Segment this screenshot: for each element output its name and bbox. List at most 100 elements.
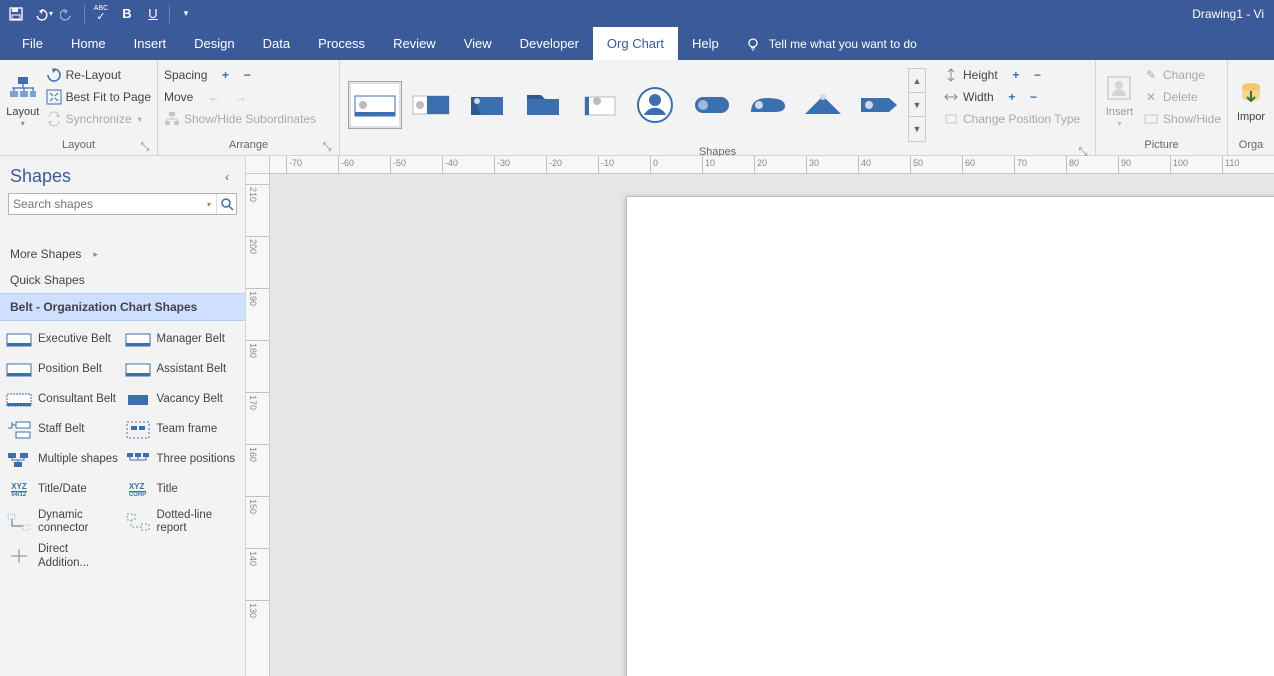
change-position-type-button[interactable]: Change Position Type: [943, 108, 1089, 130]
gallery-style-8[interactable]: [740, 81, 794, 129]
shape-dotted-line-report[interactable]: Dotted-line report: [125, 509, 240, 535]
gallery-style-10[interactable]: [852, 81, 906, 129]
shape-executive-belt[interactable]: Executive Belt: [6, 329, 121, 351]
move-right-button[interactable]: →: [235, 90, 247, 104]
group-shapes: ▲ ▼ ▼ Height + − Width + − Change Positi…: [340, 60, 1096, 155]
move-left-button[interactable]: ←: [208, 90, 220, 104]
group-picture: Insert▾ ✎Change ✕Delete Show/Hide Pictur…: [1096, 60, 1228, 155]
shape-thumb-icon: [6, 449, 32, 471]
more-shapes-button[interactable]: More Shapes▸: [0, 241, 245, 267]
group-label-orgdata: Orga: [1239, 139, 1263, 151]
customize-qat-button[interactable]: ▾: [174, 2, 198, 26]
tab-data[interactable]: Data: [249, 27, 304, 60]
delete-picture-button[interactable]: ✕Delete: [1143, 86, 1221, 108]
tab-home[interactable]: Home: [57, 27, 120, 60]
bestfit-button[interactable]: Best Fit to Page: [46, 86, 151, 108]
shape-manager-belt[interactable]: Manager Belt: [125, 329, 240, 351]
shape-vacancy-belt[interactable]: Vacancy Belt: [125, 389, 240, 411]
gallery-style-4[interactable]: [516, 81, 570, 129]
layout-button[interactable]: Layout▾: [6, 64, 40, 137]
gallery-style-3[interactable]: [460, 81, 514, 129]
gallery-style-9[interactable]: [796, 81, 850, 129]
gallery-style-7[interactable]: [684, 81, 738, 129]
change-picture-button[interactable]: ✎Change: [1143, 64, 1221, 86]
shape-thumb-icon: XYZ04/12: [6, 479, 32, 501]
import-button[interactable]: Impor: [1234, 64, 1268, 137]
collapse-pane-button[interactable]: ‹: [219, 169, 235, 185]
showhide-subordinates-button[interactable]: Show/Hide Subordinates: [164, 108, 333, 130]
relayout-button[interactable]: Re-Layout: [46, 64, 151, 86]
tell-me-text: Tell me what you want to do: [769, 37, 917, 51]
height-increase-button[interactable]: +: [1012, 68, 1019, 82]
belt-stencil[interactable]: Belt - Organization Chart Shapes: [0, 293, 245, 321]
quick-shapes-stencil[interactable]: Quick Shapes: [0, 267, 245, 293]
spacing-increase-button[interactable]: +: [222, 68, 229, 82]
shape-direct-addition-[interactable]: Direct Addition...: [6, 543, 121, 569]
shape-thumb-icon: [6, 546, 32, 568]
shape-title-date[interactable]: XYZ04/12Title/Date: [6, 479, 121, 501]
undo-button[interactable]: ▾: [30, 2, 54, 26]
tab-file[interactable]: File: [8, 27, 57, 60]
tab-help[interactable]: Help: [678, 27, 733, 60]
height-decrease-button[interactable]: −: [1034, 68, 1041, 82]
tab-org-chart[interactable]: Org Chart: [593, 27, 678, 60]
shape-label: Direct Addition...: [38, 543, 121, 569]
shape-assistant-belt[interactable]: Assistant Belt: [125, 359, 240, 381]
tab-view[interactable]: View: [450, 27, 506, 60]
search-shapes-input[interactable]: [9, 197, 202, 211]
redo-button[interactable]: [56, 2, 80, 26]
search-scope-dropdown[interactable]: ▾: [202, 200, 216, 209]
shape-style-gallery: ▲ ▼ ▼: [346, 64, 937, 146]
shape-dynamic-connector[interactable]: Dynamic connector: [6, 509, 121, 535]
shape-multiple-shapes[interactable]: Multiple shapes: [6, 449, 121, 471]
shape-thumb-icon: [6, 389, 32, 411]
window-title: Drawing1 - Vi: [1192, 7, 1270, 21]
tab-review[interactable]: Review: [379, 27, 450, 60]
shape-staff-belt[interactable]: Staff Belt: [6, 419, 121, 441]
insert-picture-button[interactable]: Insert▾: [1102, 64, 1137, 137]
width-increase-button[interactable]: +: [1008, 90, 1015, 104]
save-button[interactable]: [4, 2, 28, 26]
spacing-decrease-button[interactable]: −: [244, 68, 251, 82]
tab-insert[interactable]: Insert: [120, 27, 181, 60]
gallery-style-2[interactable]: [404, 81, 458, 129]
gallery-style-5[interactable]: [572, 81, 626, 129]
tab-design[interactable]: Design: [180, 27, 248, 60]
quick-access-toolbar: ▾ ABC✓ B U ▾: [4, 2, 198, 26]
ribbon: Layout▾ Re-Layout Best Fit to Page Synch…: [0, 60, 1274, 156]
shape-thumb-icon: [125, 359, 151, 381]
tell-me[interactable]: Tell me what you want to do: [745, 27, 917, 60]
width-decrease-button[interactable]: −: [1030, 90, 1037, 104]
shape-thumb-icon: [6, 359, 32, 381]
shapes-pane-title: Shapes: [10, 166, 71, 187]
shape-label: Manager Belt: [157, 333, 225, 346]
shape-label: Dynamic connector: [38, 509, 121, 535]
ribbon-tabs: FileHomeInsertDesignDataProcessReviewVie…: [0, 27, 1274, 60]
search-icon[interactable]: [216, 194, 236, 214]
shape-consultant-belt[interactable]: Consultant Belt: [6, 389, 121, 411]
arrange-dialog-launcher[interactable]: ⤡: [321, 141, 333, 153]
drawing-canvas[interactable]: -70-60-50-40-30-20-100102030405060708090…: [246, 156, 1274, 676]
gallery-style-6[interactable]: [628, 81, 682, 129]
gallery-up-button[interactable]: ▲: [909, 69, 925, 93]
tab-developer[interactable]: Developer: [506, 27, 593, 60]
group-arrange: Spacing + − Move ← → Show/Hide Subordina…: [158, 60, 340, 155]
shape-title[interactable]: XYZCORPTitle: [125, 479, 240, 501]
shape-team-frame[interactable]: Team frame: [125, 419, 240, 441]
spellcheck-button[interactable]: ABC✓: [89, 2, 113, 26]
layout-dialog-launcher[interactable]: ⤡: [139, 141, 151, 153]
gallery-more-button[interactable]: ▼: [909, 117, 925, 141]
width-row: Width + −: [943, 86, 1089, 108]
shape-three-positions[interactable]: Three positions: [125, 449, 240, 471]
bold-button[interactable]: B: [115, 2, 139, 26]
shape-position-belt[interactable]: Position Belt: [6, 359, 121, 381]
underline-button[interactable]: U: [141, 2, 165, 26]
showhide-picture-button[interactable]: Show/Hide: [1143, 108, 1221, 130]
tab-process[interactable]: Process: [304, 27, 379, 60]
synchronize-button[interactable]: Synchronize▾: [46, 108, 151, 130]
gallery-style-1[interactable]: [348, 81, 402, 129]
drawing-page[interactable]: [626, 196, 1274, 676]
shape-label: Multiple shapes: [38, 453, 118, 466]
gallery-down-button[interactable]: ▼: [909, 93, 925, 117]
lightbulb-icon: [745, 36, 761, 52]
